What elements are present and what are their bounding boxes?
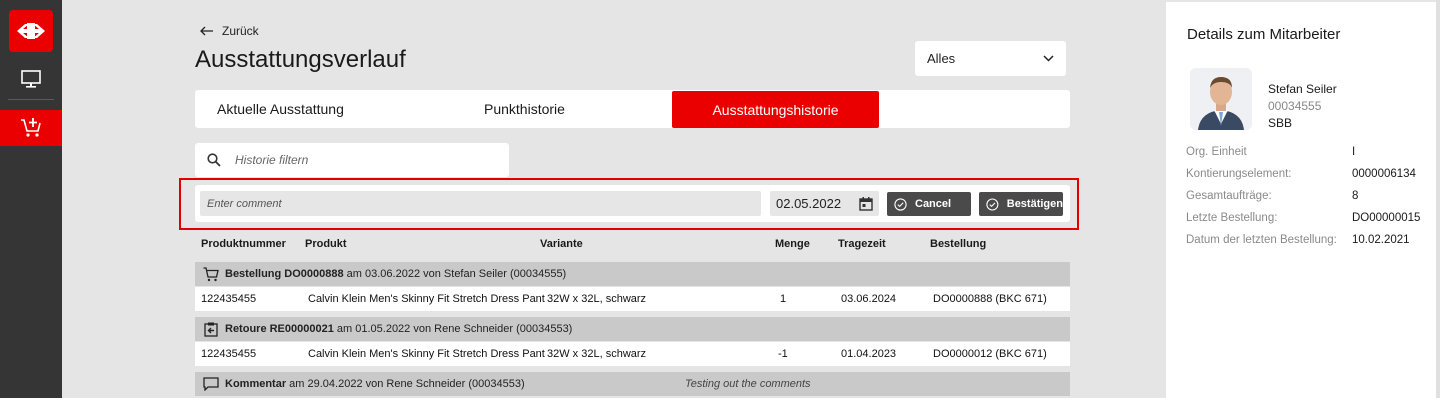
main-content: Zurück Ausstattungsverlauf Alles Aktuell… (62, 0, 1166, 398)
cell-product-number: 122435455 (201, 348, 257, 360)
detail-value-org-unit: I (1352, 146, 1356, 158)
arrow-left-icon (200, 26, 213, 36)
detail-value-last-order-date: 10.02.2021 (1352, 234, 1410, 246)
tab-current-equipment[interactable]: Aktuelle Ausstattung (217, 90, 344, 128)
rail-divider (8, 99, 54, 100)
cell-order: DO0000888 (BKC 671) (933, 293, 1047, 305)
panel-title: Details zum Mitarbeiter (1187, 26, 1341, 43)
column-header-order: Bestellung (930, 238, 987, 250)
sbb-logo[interactable] (9, 10, 53, 52)
window-edge (1436, 0, 1440, 398)
detail-value-last-order: DO00000015 (1352, 212, 1421, 224)
column-header-product: Produkt (305, 238, 347, 250)
history-group-return[interactable]: Retoure RE00000021 am 01.05.2022 von Ren… (195, 317, 1070, 341)
detail-value-total-orders: 8 (1352, 190, 1359, 202)
cell-quantity: 1 (780, 293, 787, 305)
cart-add-icon (21, 118, 41, 137)
group-title: Retoure RE00000021 (225, 323, 334, 335)
comment-text: Testing out the comments (685, 378, 811, 390)
column-header-quantity: Menge (775, 238, 810, 250)
cell-product: Calvin Klein Men's Skinny Fit Stretch Dr… (308, 293, 545, 305)
comment-date-field[interactable]: 02.05.2022 (770, 191, 879, 216)
cell-variant: 32W x 32L, schwarz (547, 293, 647, 305)
cell-product-number: 122435455 (201, 293, 257, 305)
detail-value-cost-element: 0000006134 (1352, 168, 1416, 180)
panel-top-border (1166, 0, 1440, 2)
calendar-icon[interactable] (859, 196, 873, 211)
group-meta: am 03.06.2022 von Stefan Seiler (0003455… (343, 268, 567, 280)
employee-org: SBB (1268, 116, 1293, 130)
employee-details-panel: Details zum Mitarbeiter Stefan Seiler 00… (1166, 0, 1440, 398)
cancel-button[interactable]: Cancel (887, 192, 971, 216)
detail-label-last-order-date: Datum der letzten Bestellung: (1186, 234, 1337, 246)
table-row[interactable]: 122435455 Calvin Klein Men's Skinny Fit … (195, 342, 1070, 366)
detail-label-cost-element: Kontierungselement: (1186, 168, 1292, 180)
group-title: Bestellung DO0000888 (225, 268, 344, 280)
back-label: Zurück (222, 24, 259, 38)
monitor-icon (21, 70, 41, 88)
tab-equipment-history[interactable]: Ausstattungshistorie (672, 91, 879, 128)
group-title: Kommentar (225, 378, 287, 390)
check-circle-icon (986, 197, 999, 211)
detail-label-org-unit: Org. Einheit (1186, 146, 1247, 158)
tab-points-history[interactable]: Punkthistorie (484, 90, 565, 128)
filter-select-value: Alles (927, 51, 956, 66)
confirm-button[interactable]: Bestätigen (979, 192, 1063, 216)
history-group-order[interactable]: Bestellung DO0000888 am 03.06.2022 von S… (195, 262, 1070, 286)
chevron-down-icon (1043, 55, 1054, 62)
employee-id: 00034555 (1268, 99, 1322, 113)
column-header-product-number: Produktnummer (201, 238, 286, 250)
nav-item-equipment[interactable] (0, 110, 62, 146)
cart-icon (197, 266, 225, 282)
group-meta: am 01.05.2022 von Rene Schneider (000345… (333, 323, 573, 335)
column-header-variant: Variante (540, 238, 583, 250)
cell-quantity: -1 (778, 348, 788, 360)
cell-order: DO0000012 (BKC 671) (933, 348, 1047, 360)
cell-product: Calvin Klein Men's Skinny Fit Stretch Dr… (308, 348, 545, 360)
check-circle-icon (894, 197, 907, 211)
confirm-label: Bestätigen (1006, 198, 1063, 210)
cell-variant: 32W x 32L, schwarz (547, 348, 647, 360)
nav-item-monitor[interactable] (0, 62, 62, 96)
history-search (195, 143, 509, 177)
table-row[interactable]: 122435455 Calvin Klein Men's Skinny Fit … (195, 287, 1070, 311)
search-input[interactable] (235, 153, 485, 167)
search-icon (207, 153, 221, 167)
cell-wear-date: 03.06.2024 (841, 293, 897, 305)
comment-form: 02.05.2022 Cancel Bestätigen (195, 185, 1070, 222)
employee-name: Stefan Seiler (1268, 82, 1337, 96)
cell-wear-date: 01.04.2023 (841, 348, 897, 360)
tab-bar: Aktuelle Ausstattung Punkthistorie Ausst… (195, 90, 1070, 128)
history-filter-select[interactable]: Alles (915, 41, 1066, 76)
cancel-label: Cancel (915, 198, 952, 210)
detail-label-total-orders: Gesamtaufträge: (1186, 190, 1272, 202)
detail-label-last-order: Letzte Bestellung: (1186, 212, 1278, 224)
page-title: Ausstattungsverlauf (195, 46, 406, 73)
group-meta: am 29.04.2022 von Rene Schneider (000345… (286, 378, 525, 390)
comment-icon (197, 377, 225, 391)
history-group-comment[interactable]: Kommentar am 29.04.2022 von Rene Schneid… (195, 372, 1070, 396)
nav-rail (0, 0, 62, 398)
return-icon (197, 322, 225, 337)
back-link[interactable]: Zurück (200, 24, 259, 38)
comment-date-value: 02.05.2022 (776, 196, 842, 211)
avatar (1190, 68, 1252, 130)
comment-input[interactable] (200, 191, 761, 216)
sbb-arrows-icon (17, 23, 45, 39)
column-header-wear-date: Tragezeit (838, 238, 886, 250)
